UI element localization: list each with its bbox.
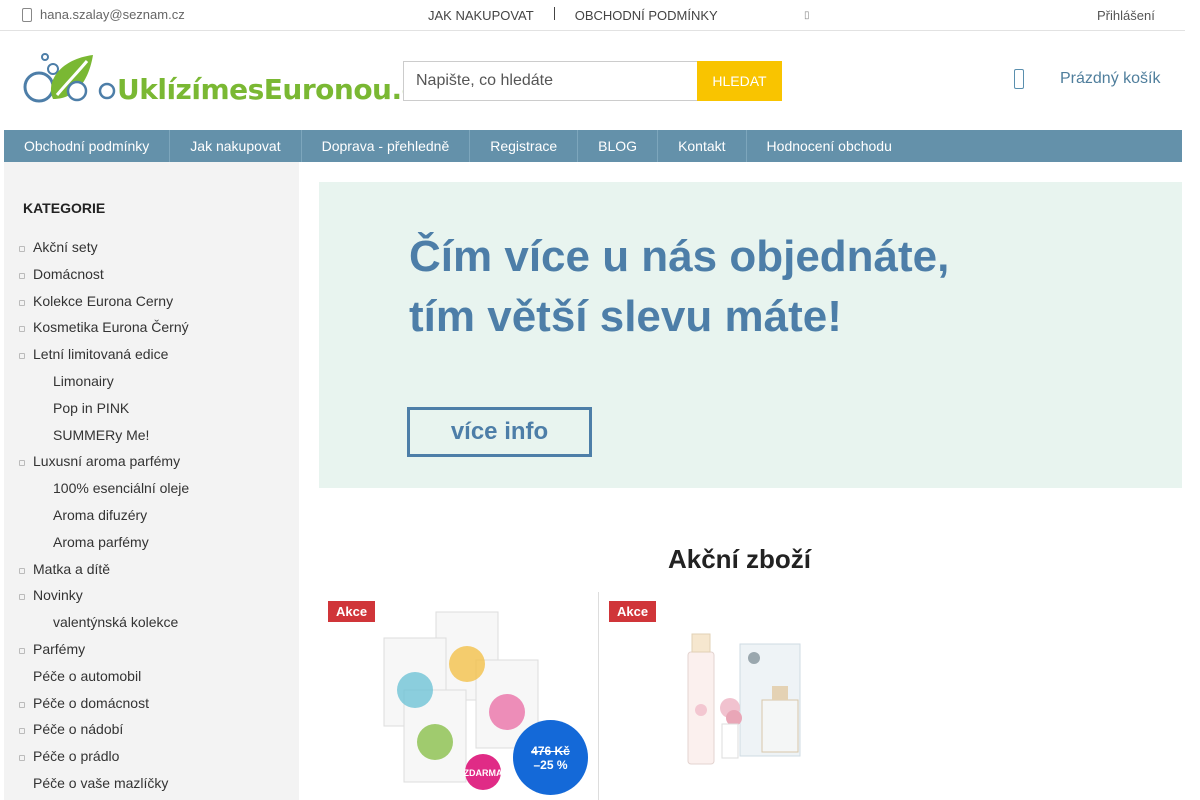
category-item[interactable]: Matka a dítě xyxy=(4,556,299,583)
top-links: JAK NAKUPOVAT OBCHODNÍ PODMÍNKY xyxy=(428,7,718,23)
product-image-perfume-set[interactable] xyxy=(680,630,810,775)
category-item[interactable]: Péče o vaše mazlíčky xyxy=(4,770,299,797)
contact-email[interactable]: hana.szalay@seznam.cz xyxy=(22,7,185,22)
nav-blog[interactable]: BLOG xyxy=(578,130,659,162)
subcategory-item[interactable]: SUMMERy Me! xyxy=(4,422,299,449)
nav-registrace[interactable]: Registrace xyxy=(470,130,579,162)
category-item[interactable]: Kosmetika Eurona Černý xyxy=(4,314,299,341)
category-item[interactable]: Letní limitovaná edice xyxy=(4,341,299,368)
section-title: Akční zboží xyxy=(667,544,811,574)
phone-icon xyxy=(22,7,32,22)
search-input[interactable] xyxy=(403,61,697,101)
subcategory-item[interactable]: Aroma parfémy xyxy=(4,529,299,556)
product-card[interactable]: ZDARMA Akce 476 Kč –25 % xyxy=(319,592,599,800)
cart-label[interactable]: Prázdný košík xyxy=(1060,70,1160,88)
discount-badge: 476 Kč –25 % xyxy=(513,720,588,795)
main-nav: Obchodní podmínky Jak nakupovat Doprava … xyxy=(4,130,1182,162)
search-form: HLEDAT xyxy=(403,61,782,101)
category-item[interactable]: Novinky xyxy=(4,582,299,609)
cart-icon xyxy=(1014,69,1024,89)
category-item[interactable]: Parfémy xyxy=(4,636,299,663)
logo-text: UklízímesEuronou.cz xyxy=(117,73,434,106)
nav-kontakt[interactable]: Kontakt xyxy=(658,130,747,162)
sale-badge: Akce xyxy=(609,601,657,622)
banner-line-1: Čím více u nás objednáte, xyxy=(409,232,950,281)
top-link-obchodni-podminky[interactable]: OBCHODNÍ PODMÍNKY xyxy=(575,8,718,23)
category-list: Akční sety Domácnost Kolekce Eurona Cerny K… xyxy=(4,234,299,797)
logo-icon xyxy=(23,53,116,103)
header: UklízímesEuronou.cz HLEDAT Prázdný košík xyxy=(0,31,1185,130)
category-item[interactable]: Akční sety xyxy=(4,234,299,261)
free-badge-text: ZDARMA xyxy=(464,768,503,778)
top-links-divider xyxy=(553,7,555,20)
dropdown-icon[interactable]: ▯ xyxy=(804,10,810,21)
category-sidebar: KATEGORIE Akční sety Domácnost Kolekce Eur… xyxy=(4,162,299,800)
login-link[interactable]: Přihlášení xyxy=(1097,8,1155,23)
category-item[interactable]: Péče o automobil xyxy=(4,663,299,690)
category-item[interactable]: Péče o nádobí xyxy=(4,716,299,743)
category-item[interactable]: Kolekce Eurona Cerny xyxy=(4,288,299,315)
top-bar: hana.szalay@seznam.cz JAK NAKUPOVAT OBCH… xyxy=(0,0,1185,31)
subcategory-item[interactable]: 100% esenciální oleje xyxy=(4,475,299,502)
nav-doprava[interactable]: Doprava - přehledně xyxy=(302,130,471,162)
banner-line-2: tím větší slevu máte! xyxy=(409,292,842,341)
subcategory-item[interactable]: Pop in PINK xyxy=(4,395,299,422)
nav-obchodni-podminky[interactable]: Obchodní podmínky xyxy=(4,130,171,162)
search-button[interactable]: HLEDAT xyxy=(697,61,782,101)
nav-jak-nakupovat[interactable]: Jak nakupovat xyxy=(170,130,302,162)
discount-percent: –25 % xyxy=(533,757,568,772)
site-logo[interactable]: UklízímesEuronou.cz xyxy=(23,51,434,107)
subcategory-item[interactable]: Aroma difuzéry xyxy=(4,502,299,529)
cart[interactable]: Prázdný košík xyxy=(1014,69,1160,89)
top-link-jak-nakupovat[interactable]: JAK NAKUPOVAT xyxy=(428,8,534,23)
subcategory-item[interactable]: Limonairy xyxy=(4,368,299,395)
category-item[interactable]: Péče o domácnost xyxy=(4,690,299,717)
category-heading: KATEGORIE xyxy=(23,200,106,216)
sale-badge: Akce xyxy=(328,601,376,622)
nav-hodnoceni-obchodu[interactable]: Hodnocení obchodu xyxy=(747,130,912,162)
old-price: 476 Kč xyxy=(531,743,570,758)
product-card[interactable]: Akce xyxy=(600,592,880,800)
category-item[interactable]: Domácnost xyxy=(4,261,299,288)
subcategory-item[interactable]: valentýnská kolekce xyxy=(4,609,299,636)
category-item[interactable]: Péče o prádlo xyxy=(4,743,299,770)
promo-banner[interactable]: Čím více u nás objednáte, tím větší slev… xyxy=(319,182,1182,488)
category-item[interactable]: Luxusní aroma parfémy xyxy=(4,448,299,475)
email-text[interactable]: hana.szalay@seznam.cz xyxy=(40,7,185,22)
banner-more-info-button[interactable]: více info xyxy=(407,407,592,457)
